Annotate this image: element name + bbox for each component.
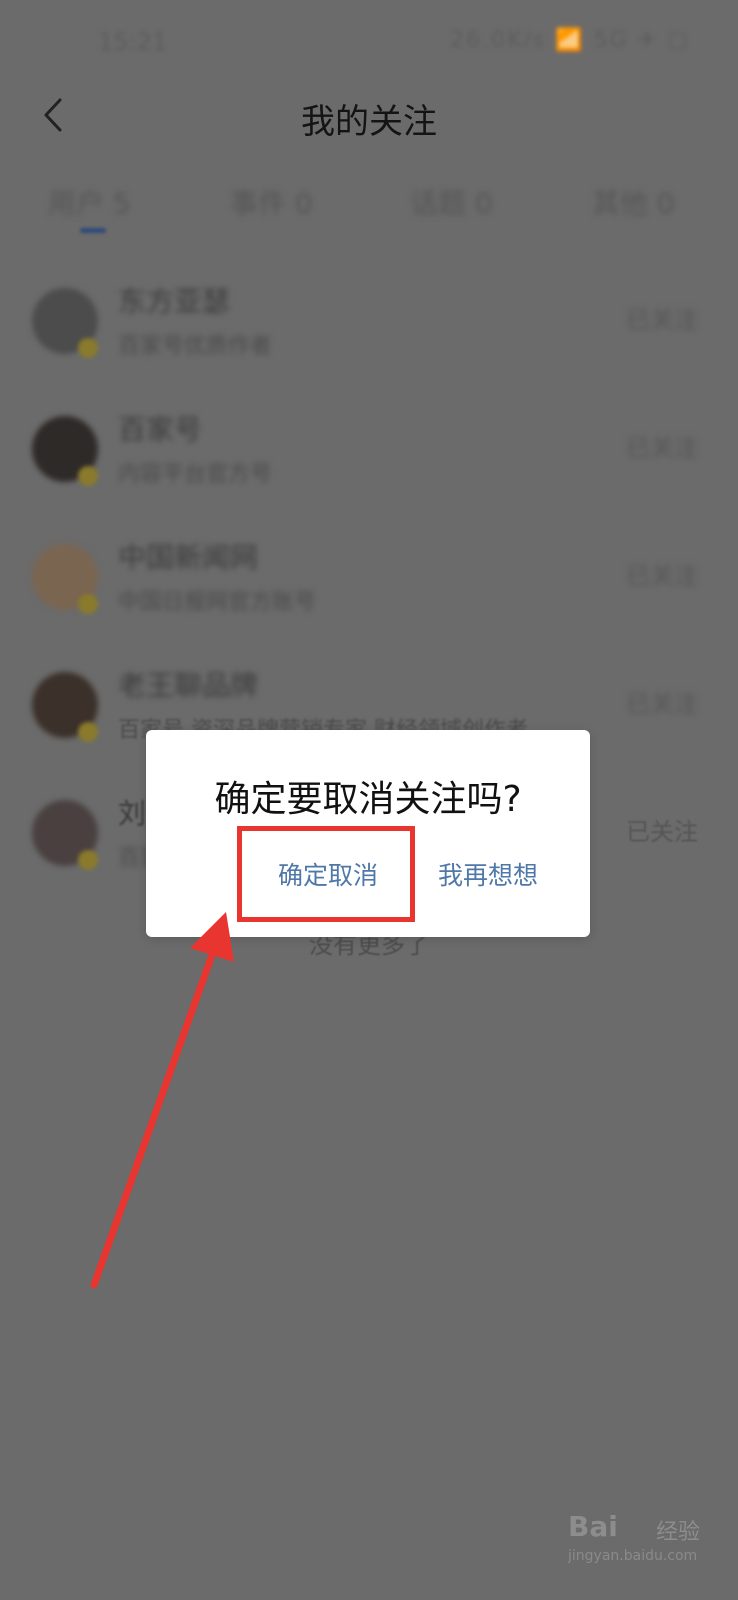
list-item[interactable]: 东方亚瑟 百家号优质作者 已关注 [0, 270, 738, 390]
verified-badge-icon [78, 722, 98, 742]
baidu-jingyan-watermark: Bai 经验 jingyan.baidu.com [568, 1508, 718, 1568]
user-description: 内容平台官方号 [118, 462, 273, 487]
active-tab-indicator [80, 228, 106, 233]
tab-topics[interactable]: 话题 0 [410, 182, 493, 222]
user-description: 中国日报网官方账号 [118, 590, 317, 615]
watermark-logo: Bai [568, 1510, 618, 1543]
follow-status-button[interactable]: 已关注 [626, 556, 698, 591]
verified-badge-icon [78, 850, 98, 870]
user-name: 刘 [118, 797, 147, 830]
verified-badge-icon [78, 466, 98, 486]
list-item[interactable]: 百家号 内容平台官方号 已关注 [0, 398, 738, 518]
page-background: 15:21 26.0K/s 📶 5G ✈ ▢ 我的关注 用户 5 事件 0 话题… [0, 0, 738, 1600]
header: 我的关注 [0, 80, 738, 150]
verified-badge-icon [78, 338, 98, 358]
user-name: 中国新闻网 [118, 541, 259, 574]
follow-status-button[interactable]: 已关注 [626, 812, 698, 847]
watermark-brand: 经验 [656, 1520, 701, 1545]
verified-badge-icon [78, 594, 98, 614]
tab-users[interactable]: 用户 5 [48, 182, 131, 222]
list-item[interactable]: 中国新闻网 中国日报网官方账号 已关注 [0, 526, 738, 646]
follow-status-button[interactable]: 已关注 [626, 300, 698, 335]
follow-status-button[interactable]: 已关注 [626, 684, 698, 719]
status-bar: 15:21 26.0K/s 📶 5G ✈ ▢ [0, 0, 738, 80]
user-name: 东方亚瑟 [118, 285, 231, 318]
status-icons: 26.0K/s 📶 5G ✈ ▢ [450, 28, 690, 53]
dialog-title: 确定要取消关注吗? [214, 779, 522, 820]
reconsider-button[interactable]: 我再想想 [438, 856, 538, 892]
annotation-highlight-box [237, 826, 415, 922]
tab-bar: 用户 5 事件 0 话题 0 其他 0 [0, 178, 738, 238]
status-time: 15:21 [98, 28, 168, 56]
page-title: 我的关注 [301, 102, 437, 142]
tab-others[interactable]: 其他 0 [592, 182, 675, 222]
user-name: 百家号 [118, 413, 203, 446]
tab-events[interactable]: 事件 0 [230, 182, 313, 222]
user-description: 百家号优质作者 [118, 334, 273, 359]
watermark-url: jingyan.baidu.com [568, 1548, 698, 1564]
user-name: 老王聊品牌 [118, 669, 259, 702]
follow-status-button[interactable]: 已关注 [626, 428, 698, 463]
